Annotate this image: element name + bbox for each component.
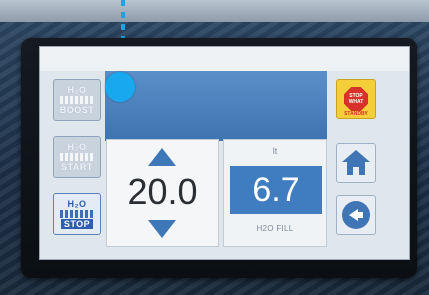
home-button[interactable]: [336, 143, 376, 183]
stop-sign-icon: STOP WHAT: [344, 87, 368, 111]
back-button[interactable]: [336, 195, 376, 235]
increase-arrow-icon[interactable]: [148, 148, 176, 166]
touch-screen: H₂O BOOST H₂O START H₂O STOP 20.0 lt 6.7…: [39, 46, 410, 260]
home-icon: [342, 150, 370, 176]
h2o-boost-line1: H₂O: [67, 85, 87, 95]
status-strip: [40, 47, 409, 71]
h2o-stop-line1: H₂O: [67, 199, 87, 209]
h2o-stop-button[interactable]: H₂O STOP: [53, 193, 101, 235]
h2o-start-button[interactable]: H₂O START: [53, 136, 101, 178]
device-top-edge: [0, 0, 429, 22]
water-wave-icon: [60, 210, 94, 218]
standby-label: STANDBY: [344, 111, 368, 117]
indicator-dot: [105, 72, 135, 102]
fill-reading-panel: lt 6.7 H2O FILL: [223, 139, 327, 247]
fill-value: 6.7: [230, 166, 322, 214]
back-arrow-icon: [342, 201, 370, 229]
decrease-arrow-icon[interactable]: [148, 220, 176, 238]
h2o-start-label: START: [61, 162, 93, 172]
fill-caption: H2O FILL: [256, 224, 294, 233]
stop-sign-line2: WHAT: [348, 99, 364, 105]
h2o-boost-button[interactable]: H₂O BOOST: [53, 79, 101, 121]
h2o-boost-label: BOOST: [59, 105, 95, 115]
h2o-stop-label: STOP: [60, 219, 94, 229]
setpoint-value: 20.0: [127, 171, 198, 212]
setpoint-panel: 20.0: [106, 139, 219, 247]
water-wave-icon: [60, 96, 94, 104]
standby-button[interactable]: STOP WHAT STANDBY: [336, 79, 376, 119]
unit-label: lt: [272, 146, 278, 156]
water-wave-icon: [60, 153, 94, 161]
h2o-start-line1: H₂O: [67, 142, 87, 152]
header-band: [105, 71, 327, 141]
